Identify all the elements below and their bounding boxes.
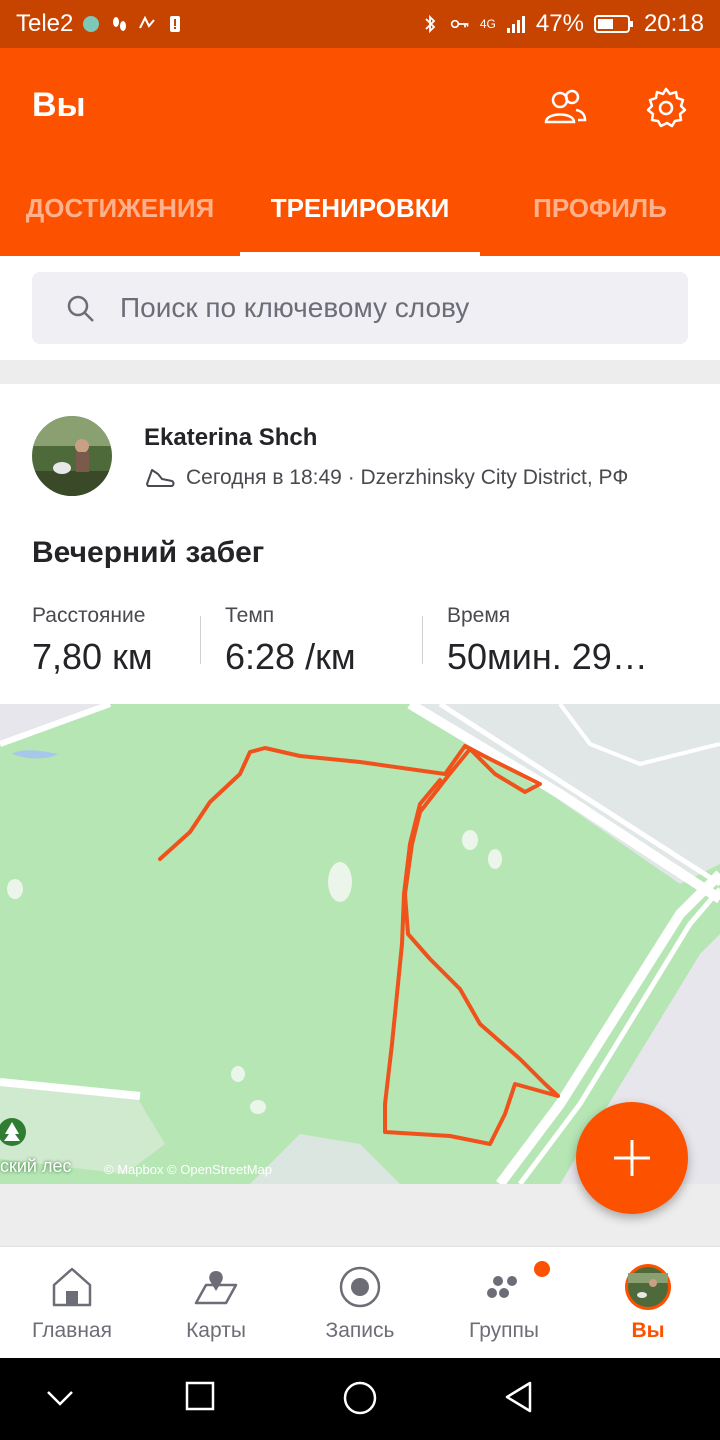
status-left: Tele2 [16, 10, 185, 38]
system-nav-bar [0, 1358, 720, 1440]
nav-you-label: Вы [631, 1319, 665, 1342]
home-button-icon[interactable] [342, 1380, 378, 1416]
carrier-label: Tele2 [16, 10, 74, 37]
activity-title[interactable]: Вечерний забег [32, 536, 264, 570]
avatar-icon [625, 1264, 671, 1310]
athlete-avatar[interactable] [32, 416, 112, 496]
stat-divider [200, 616, 201, 664]
search-section: Поиск по ключевому слову [0, 256, 720, 360]
plus-icon [614, 1140, 650, 1176]
nav-you[interactable]: Вы [576, 1247, 720, 1359]
nav-groups-label: Группы [469, 1319, 539, 1342]
stat-distance-value: 7,80 км [32, 636, 153, 677]
tab-bar: ДОСТИЖЕНИЯ ТРЕНИРОВКИ ПРОФИЛЬ [0, 184, 720, 256]
vpn-icon [83, 16, 100, 32]
stat-time-value: 50мин. 29… [447, 636, 648, 677]
status-right: 4G 47% 20:18 [420, 10, 704, 38]
battery-percent: 47% [535, 10, 584, 37]
stat-distance: Расстояние 7,80 км [32, 604, 153, 678]
bottom-nav: Главная Карты Запись Группы Вы [0, 1246, 720, 1359]
search-input[interactable]: Поиск по ключевому слову [32, 272, 688, 344]
nav-record-label: Запись [325, 1319, 395, 1342]
tab-achievements[interactable]: ДОСТИЖЕНИЯ [0, 184, 240, 256]
activity-meta-text: Сегодня в 18:49 · Dzerzhinsky City Distr… [186, 466, 629, 489]
stat-pace: Темп 6:28 /км [225, 604, 356, 678]
recents-icon[interactable] [184, 1380, 216, 1412]
record-icon [339, 1266, 381, 1308]
nav-groups[interactable]: Группы [432, 1247, 576, 1359]
status-bar: Tele2 4G 47% 20:18 [0, 0, 720, 48]
key-icon [450, 19, 469, 29]
home-icon [52, 1267, 92, 1307]
collapse-icon[interactable] [44, 1382, 76, 1414]
athlete-name[interactable]: Ekaterina Shch [144, 424, 317, 452]
activity-icon [139, 15, 156, 29]
gear-icon[interactable] [642, 84, 690, 132]
map-icon [194, 1271, 238, 1305]
nav-record[interactable]: Запись [288, 1247, 432, 1359]
stat-distance-label: Расстояние [32, 604, 146, 627]
back-icon[interactable] [502, 1380, 536, 1414]
clock: 20:18 [643, 10, 704, 37]
stat-time: Время 50мин. 29… [447, 604, 648, 678]
nav-home-label: Главная [32, 1319, 112, 1342]
avatar-photo-icon [32, 416, 112, 496]
add-activity-button[interactable] [576, 1102, 688, 1214]
notification-dot [534, 1261, 550, 1277]
stat-time-label: Время [447, 604, 511, 627]
people-icon[interactable] [540, 84, 588, 132]
map-attribution[interactable]: © Mapbox © OpenStreetMap [104, 1162, 272, 1177]
activity-card[interactable]: Ekaterina Shch Сегодня в 18:49 · Dzerzhi… [0, 384, 720, 1184]
nav-maps[interactable]: Карты [144, 1247, 288, 1359]
network-type: 4G [479, 17, 496, 31]
stat-pace-label: Темп [225, 604, 275, 627]
alert-icon [170, 16, 181, 32]
tab-trainings[interactable]: ТРЕНИРОВКИ [240, 184, 480, 256]
stat-pace-value: 6:28 /км [225, 636, 356, 677]
stat-divider [422, 616, 423, 664]
app-bar: Вы ДОСТИЖЕНИЯ ТРЕНИРОВКИ ПРОФИЛЬ [0, 48, 720, 256]
activity-meta: Сегодня в 18:49 · Dzerzhinsky City Distr… [144, 466, 628, 490]
nav-home[interactable]: Главная [0, 1247, 144, 1359]
bluetooth-icon [425, 14, 436, 34]
battery-icon [593, 15, 633, 33]
page-title: Вы [32, 86, 86, 124]
search-icon [67, 295, 94, 322]
signal-icon [506, 16, 525, 33]
map-place-label: ский лес [0, 1156, 72, 1176]
tab-profile[interactable]: ПРОФИЛЬ [480, 184, 720, 256]
steps-icon [113, 17, 127, 31]
nav-maps-label: Карты [186, 1319, 246, 1342]
groups-icon [487, 1276, 517, 1298]
search-placeholder: Поиск по ключевому слову [120, 292, 470, 323]
shoe-icon [146, 469, 175, 487]
